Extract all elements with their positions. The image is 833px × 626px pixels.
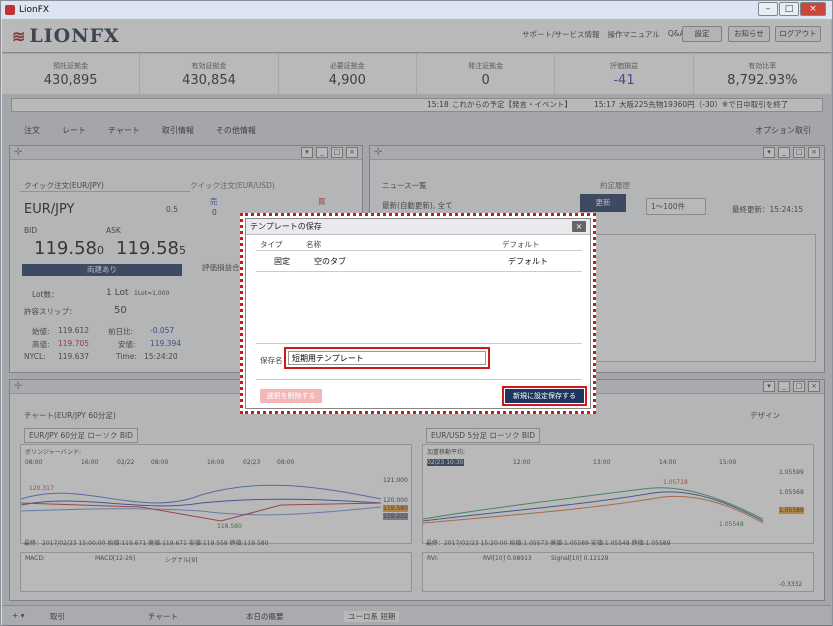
save-new-highlight: 新規に設定保存する	[502, 386, 587, 406]
row-name: 空のタブ	[314, 257, 346, 266]
restore-button[interactable]: □	[779, 2, 799, 16]
save-template-dialog: テンプレートの保存 × タイプ 名称 デフォルト 固定 空のタブ デフォルト 保…	[245, 218, 591, 409]
save-name-input[interactable]	[288, 351, 486, 365]
col-type: タイプ	[260, 240, 283, 249]
delete-selected-button[interactable]: 選択を削除する	[260, 389, 322, 403]
app-window: LionFX – □ × ≋ LIONFX サポート/サービス情報 操作マニュアル…	[0, 0, 833, 626]
table-row[interactable]: 固定 空のタブ デフォルト	[256, 253, 582, 269]
col-default: デフォルト	[502, 240, 540, 249]
save-name-label: 保存名	[260, 356, 283, 365]
dialog-highlight: テンプレートの保存 × タイプ 名称 デフォルト 固定 空のタブ デフォルト 保…	[240, 213, 596, 414]
save-name-highlight	[284, 347, 490, 369]
title-bar: LionFX – □ ×	[1, 1, 832, 19]
save-new-button[interactable]: 新規に設定保存する	[505, 389, 584, 403]
dialog-close-icon[interactable]: ×	[572, 221, 586, 232]
row-type: 固定	[274, 257, 290, 266]
close-window-button[interactable]: ×	[800, 2, 826, 16]
minimize-button[interactable]: –	[758, 2, 778, 16]
app-icon	[5, 5, 15, 15]
window-title: LionFX	[19, 5, 50, 15]
dialog-title: テンプレートの保存	[246, 219, 590, 235]
row-default: デフォルト	[508, 257, 548, 266]
col-name: 名称	[306, 240, 321, 249]
